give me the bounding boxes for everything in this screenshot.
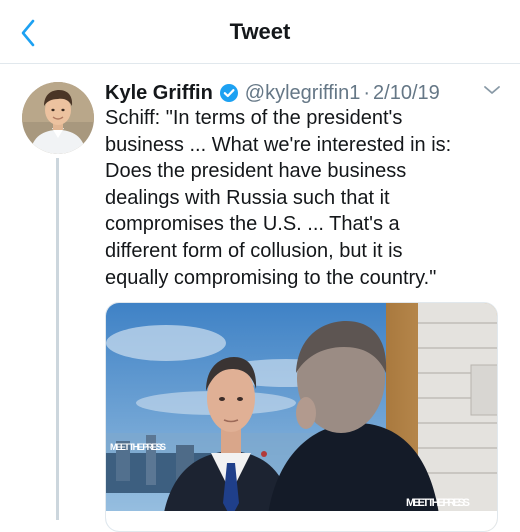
logo-right: MEET THE PRESS — [406, 497, 470, 509]
meta-separator: · — [363, 81, 371, 104]
author-name[interactable]: Kyle Griffin — [105, 82, 213, 105]
avatar[interactable] — [22, 82, 94, 154]
thread-line — [56, 158, 59, 520]
author-handle[interactable]: @kylegriffin1 — [245, 82, 361, 105]
tweet-text: Schiff: "In terms of the president's bus… — [105, 107, 452, 289]
top-bar: Tweet — [0, 0, 520, 64]
tweet-media-image[interactable]: MEET THE PRESS MEET THE PRESS — [105, 302, 498, 532]
page-title: Tweet — [229, 19, 291, 44]
tweet-date[interactable]: 2/10/19 — [373, 82, 440, 105]
logo-left: MEET THE PRESS — [110, 442, 166, 452]
chevron-down-icon — [484, 86, 500, 94]
verified-badge-icon — [219, 83, 239, 103]
tweet-menu-button[interactable] — [482, 82, 502, 98]
tweet-header: Kyle Griffin @kylegriffin1 · 2/10/19 — [105, 80, 440, 106]
